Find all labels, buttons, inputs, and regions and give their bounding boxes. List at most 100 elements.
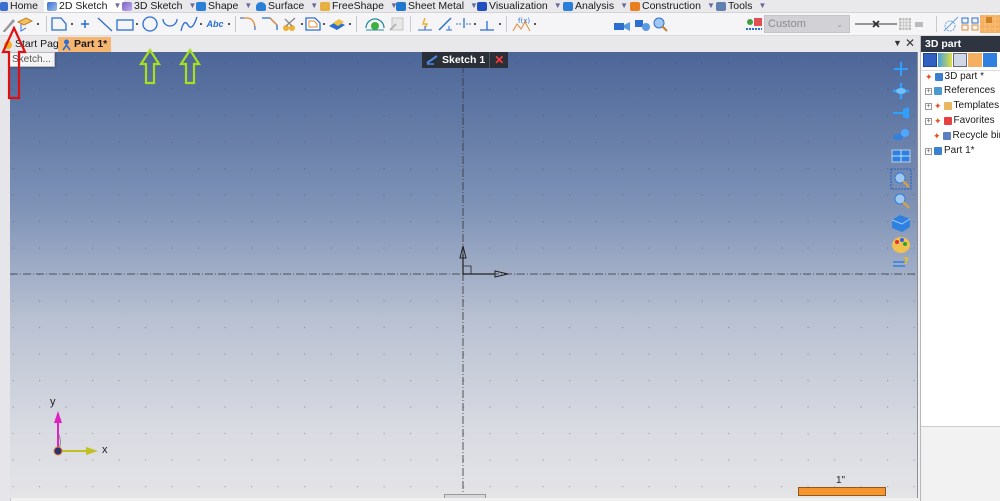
tab-dropdown-icon[interactable]: ▼ — [244, 0, 252, 12]
tree-item-part-1[interactable]: + Part 1* — [925, 144, 975, 158]
dropdown-dot[interactable] — [228, 23, 230, 25]
grid-dot — [92, 486, 94, 488]
mirror-button[interactable] — [961, 15, 979, 33]
tab-home[interactable]: Home — [0, 0, 38, 12]
zoom-window-button[interactable] — [652, 15, 668, 33]
panel-tool-5-icon[interactable] — [983, 53, 997, 67]
tree-item-3d-part[interactable]: ✦ 3D part * — [925, 70, 984, 84]
arc-button[interactable] — [161, 15, 179, 33]
grid-dot — [92, 300, 94, 302]
expand-icon[interactable]: + — [925, 87, 932, 95]
close-sketch-button[interactable] — [364, 15, 386, 33]
sketch-viewport[interactable]: Sketch 1 ✕ ? y x 1" — [10, 52, 918, 498]
grid-dot — [834, 406, 836, 408]
close-sketch-icon[interactable]: ✕ — [490, 53, 508, 67]
grid-dot — [648, 247, 650, 249]
dropdown-dot[interactable] — [200, 23, 202, 25]
tab-construction[interactable]: Construction ▼ — [630, 0, 715, 12]
home-icon — [0, 1, 8, 11]
equation-button[interactable]: f(x) — [512, 15, 532, 33]
tree-item-recycle-bin[interactable]: ✦ Recycle bin — [933, 129, 1000, 143]
hatch-fill-button[interactable] — [914, 15, 924, 33]
snap-button[interactable] — [942, 15, 960, 33]
mirror-tool-button[interactable] — [388, 15, 406, 33]
grid-dot — [65, 168, 67, 170]
tab-tools[interactable]: Tools ▼ — [716, 0, 766, 12]
line-style-button[interactable] — [854, 15, 898, 33]
trim-button[interactable] — [281, 15, 299, 33]
dimension-button[interactable] — [436, 15, 454, 33]
tab-2d-sketch[interactable]: 2D Sketch ▼ — [44, 0, 125, 12]
expand-icon[interactable]: + — [925, 102, 932, 110]
dropdown-dot[interactable] — [349, 23, 351, 25]
grid-dot — [383, 221, 385, 223]
grid-dot — [489, 221, 491, 223]
tab-dropdown-icon[interactable]: ▼ — [620, 0, 628, 12]
grid-dot — [728, 247, 730, 249]
sketch-badge[interactable]: Sketch 1 ✕ — [422, 52, 509, 68]
style-dropdown[interactable]: Custom ⌄ — [764, 15, 850, 33]
close-tab-icon[interactable]: ✕ — [905, 36, 915, 50]
dropdown-dot[interactable] — [301, 23, 303, 25]
grid-dot — [489, 380, 491, 382]
chamfer-button[interactable] — [260, 15, 280, 33]
grid-dot — [834, 433, 836, 435]
grid-dot — [39, 353, 41, 355]
tab-3d-sketch[interactable]: 3D Sketch ▼ — [122, 0, 196, 12]
dropdown-dot[interactable] — [474, 23, 476, 25]
expand-icon[interactable]: + — [925, 147, 932, 155]
dropdown-dot[interactable] — [499, 23, 501, 25]
spline-button[interactable] — [180, 15, 198, 33]
text-button[interactable]: Abc — [205, 15, 225, 33]
rectangle-button[interactable] — [115, 15, 135, 33]
tree-item-templates[interactable]: + ✦ Templates — [925, 99, 999, 113]
offset-button[interactable] — [304, 15, 322, 33]
view-button-1[interactable] — [612, 15, 632, 33]
tab-dropdown-icon[interactable]: ▼ — [113, 0, 121, 12]
panel-tool-3-icon[interactable] — [953, 53, 967, 67]
dropdown-dot[interactable] — [136, 23, 138, 25]
grid-toggle-button[interactable] — [980, 15, 1000, 33]
tab-list-dropdown-icon[interactable]: ▼ — [893, 38, 902, 48]
tab-surface[interactable]: Surface ▼ — [256, 0, 318, 12]
tree-item-favorites[interactable]: + ✦ Favorites — [925, 114, 995, 128]
grid-dot — [145, 88, 147, 90]
dropdown-dot[interactable] — [71, 23, 73, 25]
hatch-button[interactable] — [898, 15, 912, 33]
templates-icon — [943, 102, 952, 110]
dropdown-dot[interactable] — [323, 23, 325, 25]
panel-tool-2-icon[interactable] — [938, 53, 952, 67]
polyline-button[interactable] — [50, 15, 68, 33]
view-button-2[interactable] — [632, 15, 652, 33]
fillet-button[interactable] — [238, 15, 258, 33]
horizontal-constraint-button[interactable] — [455, 15, 473, 33]
tree-item-references[interactable]: + References — [925, 84, 995, 98]
line-button[interactable] — [96, 15, 114, 33]
grid-dot — [383, 353, 385, 355]
constraint-button[interactable] — [416, 15, 434, 33]
extrude-sketch-button[interactable] — [327, 15, 347, 33]
panel-tool-1-icon[interactable] — [923, 53, 937, 67]
tab-dropdown-icon[interactable]: ▼ — [759, 0, 767, 12]
tab-freeshape[interactable]: FreeShape ▼ — [320, 0, 398, 12]
circle-button[interactable] — [141, 15, 159, 33]
tab-part-1[interactable]: Part 1* — [58, 37, 112, 52]
tab-dropdown-icon[interactable]: ▼ — [554, 0, 562, 12]
tab-shape[interactable]: Shape ▼ — [196, 0, 252, 12]
tab-sheet-metal[interactable]: Sheet Metal ▼ — [396, 0, 478, 12]
tab-analysis[interactable]: Analysis ▼ — [563, 0, 628, 12]
tab-dropdown-icon[interactable]: ▼ — [707, 0, 715, 12]
expand-icon[interactable]: + — [925, 117, 932, 125]
tab-dropdown-icon[interactable]: ▼ — [310, 0, 318, 12]
point-button[interactable] — [78, 15, 92, 33]
zoom-icon — [894, 193, 910, 209]
grid-dot — [357, 433, 359, 435]
horizontal-splitter-handle[interactable] — [444, 494, 486, 498]
dropdown-dot[interactable] — [37, 23, 39, 25]
tab-visualization[interactable]: Visualization ▼ — [477, 0, 562, 12]
style-palette-button[interactable] — [745, 15, 763, 33]
perpendicular-button[interactable] — [478, 15, 496, 33]
dropdown-dot[interactable] — [534, 23, 536, 25]
panel-tool-4-icon[interactable] — [968, 53, 982, 67]
grid-dot — [728, 486, 730, 488]
